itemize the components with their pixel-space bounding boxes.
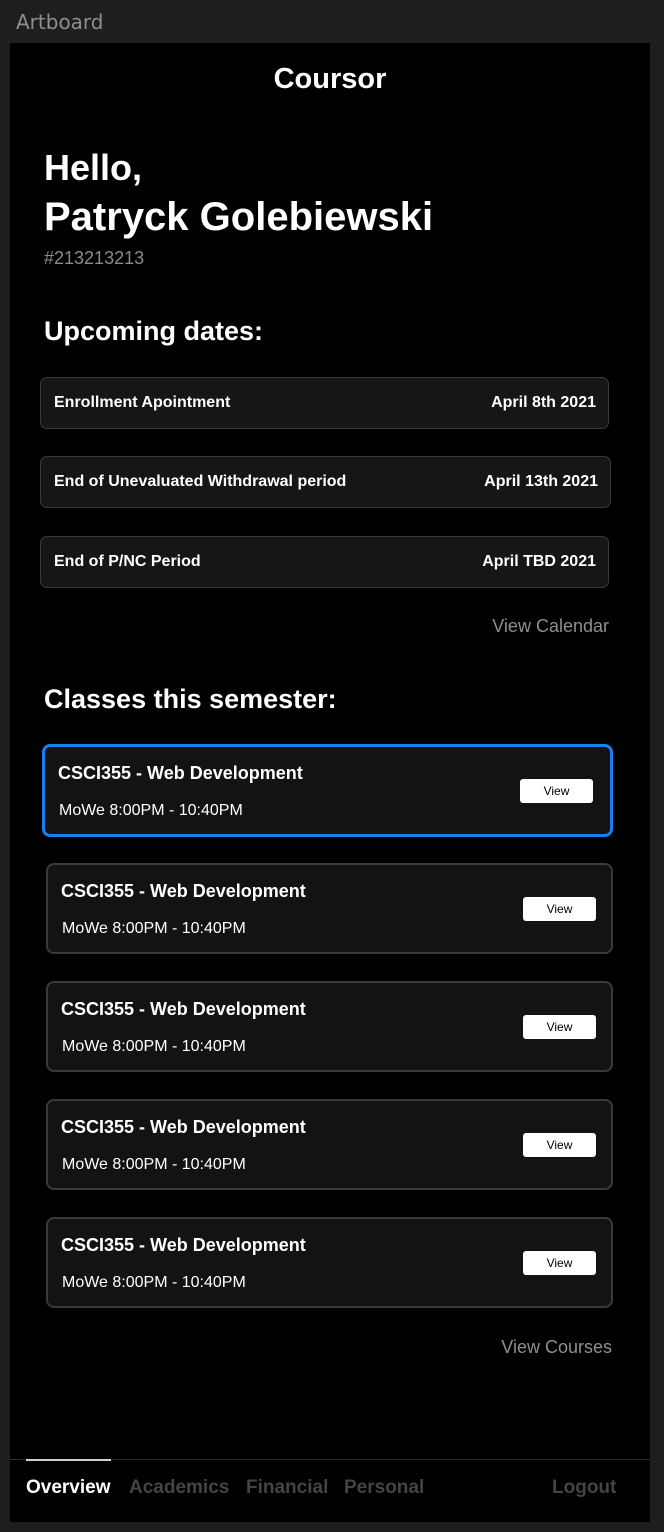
view-class-button[interactable]: View xyxy=(520,779,593,803)
view-calendar-link[interactable]: View Calendar xyxy=(450,616,609,637)
bottom-nav: Overview Academics Financial Personal Lo… xyxy=(10,1459,650,1522)
class-name: CSCI355 - Web Development xyxy=(58,763,303,783)
class-schedule: MoWe 8:00PM - 10:40PM xyxy=(62,1274,246,1291)
date-value: April 13th 2021 xyxy=(484,473,598,490)
class-schedule: MoWe 8:00PM - 10:40PM xyxy=(62,1156,246,1173)
class-card[interactable]: CSCI355 - Web Development MoWe 8:00PM - … xyxy=(46,981,613,1072)
nav-tab-personal[interactable]: Personal xyxy=(344,1477,424,1499)
class-card[interactable]: CSCI355 - Web Development MoWe 8:00PM - … xyxy=(46,1217,613,1308)
class-name: CSCI355 - Web Development xyxy=(61,1117,306,1137)
date-label: End of P/NC Period xyxy=(54,553,201,570)
class-schedule: MoWe 8:00PM - 10:40PM xyxy=(59,802,243,819)
active-tab-indicator xyxy=(26,1459,111,1461)
class-card[interactable]: CSCI355 - Web Development MoWe 8:00PM - … xyxy=(46,1099,613,1190)
user-name: Patryck Golebiewski xyxy=(44,195,434,239)
date-value: April TBD 2021 xyxy=(482,553,596,570)
greeting-hello: Hello, xyxy=(44,147,143,188)
view-class-button[interactable]: View xyxy=(523,1015,596,1039)
logout-button[interactable]: Logout xyxy=(552,1477,616,1499)
class-card[interactable]: CSCI355 - Web Development MoWe 8:00PM - … xyxy=(46,863,613,954)
upcoming-date-row: End of Unevaluated Withdrawal period Apr… xyxy=(40,456,611,508)
view-class-button[interactable]: View xyxy=(523,1133,596,1157)
upcoming-date-row: Enrollment Apointment April 8th 2021 xyxy=(40,377,609,429)
date-label: End of Unevaluated Withdrawal period xyxy=(54,473,347,490)
nav-tab-financial[interactable]: Financial xyxy=(246,1477,328,1499)
upcoming-dates-title: Upcoming dates: xyxy=(44,316,264,346)
class-name: CSCI355 - Web Development xyxy=(61,1235,306,1255)
artboard-label: Artboard xyxy=(16,10,104,34)
date-value: April 8th 2021 xyxy=(491,394,596,411)
view-class-button[interactable]: View xyxy=(523,897,596,921)
nav-tab-overview[interactable]: Overview xyxy=(26,1477,111,1499)
classes-title: Classes this semester: xyxy=(44,684,337,714)
class-card[interactable]: CSCI355 - Web Development MoWe 8:00PM - … xyxy=(42,744,613,837)
class-name: CSCI355 - Web Development xyxy=(61,999,306,1019)
upcoming-date-row: End of P/NC Period April TBD 2021 xyxy=(40,536,609,588)
class-schedule: MoWe 8:00PM - 10:40PM xyxy=(62,920,246,937)
app-screen: Coursor Hello, Patryck Golebiewski #2132… xyxy=(10,43,650,1522)
view-class-button[interactable]: View xyxy=(523,1251,596,1275)
class-name: CSCI355 - Web Development xyxy=(61,881,306,901)
date-label: Enrollment Apointment xyxy=(54,394,231,411)
app-title: Coursor xyxy=(273,63,387,95)
nav-tab-academics[interactable]: Academics xyxy=(129,1477,229,1499)
student-id: #213213213 xyxy=(44,248,145,268)
class-schedule: MoWe 8:00PM - 10:40PM xyxy=(62,1038,246,1055)
view-courses-link[interactable]: View Courses xyxy=(450,1337,612,1358)
